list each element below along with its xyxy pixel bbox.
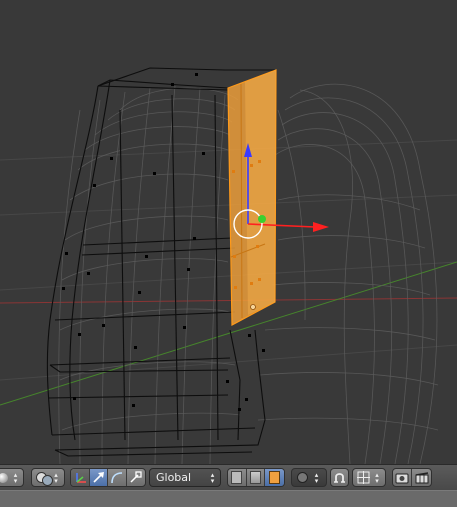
translate-icon [93, 472, 104, 483]
manipulator-axis-icon [76, 472, 86, 483]
manipulator-group [70, 468, 146, 487]
gizmo-x-arrow-icon[interactable] [313, 222, 329, 232]
select-mode-group [227, 468, 285, 487]
transform-orientation-value: Global [156, 471, 192, 484]
proportional-dropdown-arrows-icon: ▴ ▾ [314, 470, 319, 485]
pivot-point-icon [35, 471, 53, 486]
proportional-edit-icon [297, 472, 308, 483]
face-select-icon [269, 471, 281, 484]
scale-button[interactable] [127, 469, 145, 486]
edge-select-button[interactable] [247, 469, 266, 486]
y-axis-line [0, 261, 457, 406]
render-icon [395, 473, 409, 483]
render-button[interactable] [393, 469, 413, 486]
vertex-select-button[interactable] [228, 469, 247, 486]
render-group [392, 468, 432, 487]
blender-editor: ▴ ▾ ▴ ▾ Global ▴ ▾ ▴ ▾ ▴ ▾ [0, 0, 457, 507]
shading-dropdown-arrows-icon: ▴ ▾ [13, 470, 18, 485]
rotate-button[interactable] [108, 469, 127, 486]
viewport-shading-button[interactable]: ▴ ▾ [0, 468, 24, 487]
edge-select-icon [250, 471, 261, 484]
snap-target-icon [356, 471, 370, 484]
viewport-header: ▴ ▾ ▴ ▾ Global ▴ ▾ ▴ ▾ ▴ ▾ [0, 464, 457, 490]
render-animation-button[interactable] [412, 469, 431, 486]
rotate-icon [111, 472, 123, 484]
bottom-panel-strip [0, 490, 457, 507]
orientation-dropdown-arrows-icon: ▴ ▾ [210, 471, 215, 485]
vertex-select-icon [231, 471, 243, 484]
pivot-dropdown-arrows-icon: ▴ ▾ [54, 470, 58, 485]
viewport-scene[interactable] [0, 0, 457, 464]
snap-icon [334, 473, 345, 483]
snap-target-dropdown-arrows-icon: ▴ ▾ [375, 470, 379, 485]
transform-gizmo[interactable] [233, 143, 329, 239]
manipulator-axis-button[interactable] [71, 469, 90, 486]
translate-button[interactable] [89, 469, 108, 486]
snap-toggle-button[interactable] [330, 468, 349, 487]
proportional-edit-button[interactable]: ▴ ▾ [291, 468, 327, 487]
viewport-shading-icon [0, 472, 8, 483]
snap-target-button[interactable]: ▴ ▾ [352, 468, 386, 487]
pivot-point-button[interactable]: ▴ ▾ [31, 468, 65, 487]
selected-face[interactable] [227, 69, 277, 326]
gizmo-y-handle[interactable] [258, 215, 266, 223]
render-animation-icon [415, 471, 429, 483]
scale-icon [130, 471, 142, 483]
3d-viewport[interactable] [0, 0, 457, 464]
x-axis-line [0, 297, 457, 304]
transform-orientation-select[interactable]: Global ▴ ▾ [149, 468, 221, 487]
face-select-button[interactable] [265, 469, 284, 486]
